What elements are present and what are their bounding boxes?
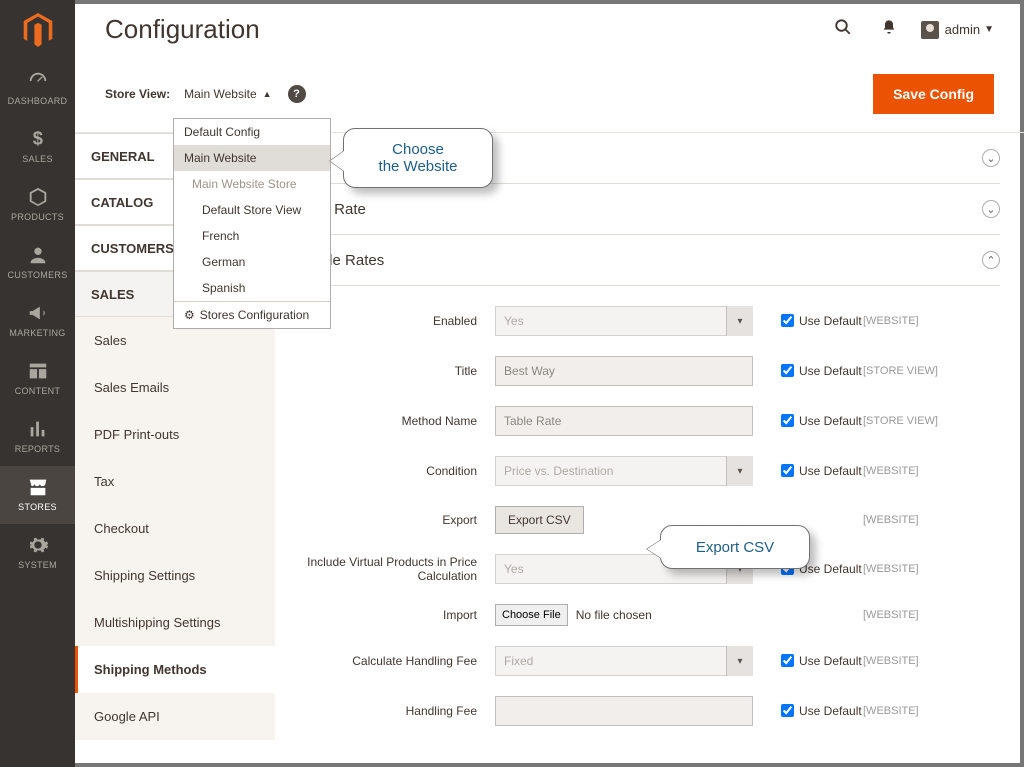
field-title: Title Use Default [STORE VIEW] xyxy=(305,346,1000,396)
sidebar-link-pdf[interactable]: PDF Print-outs xyxy=(75,411,275,458)
search-icon[interactable] xyxy=(829,18,857,41)
store-view-switcher[interactable]: Main Website ▲ xyxy=(184,87,271,101)
nav-reports[interactable]: REPORTS xyxy=(0,408,75,466)
field-enabled: Enabled Yes Use Default [WEBSITE] xyxy=(305,296,1000,346)
chevron-up-icon: ⌃ xyxy=(982,251,1000,269)
scope-option-french[interactable]: French xyxy=(174,223,330,249)
page-title: Configuration xyxy=(105,14,260,45)
scope-option-spanish[interactable]: Spanish xyxy=(174,275,330,301)
save-config-button[interactable]: Save Config xyxy=(873,74,994,114)
title-input[interactable] xyxy=(495,356,753,386)
nav-dashboard[interactable]: DASHBOARD xyxy=(0,60,75,118)
sidebar-link-shipping-settings[interactable]: Shipping Settings xyxy=(75,552,275,599)
sidebar-link-shipping-methods[interactable]: Shipping Methods xyxy=(75,646,275,693)
gear-icon: ⚙ xyxy=(184,308,195,322)
field-condition: Condition Price vs. Destination Use Defa… xyxy=(305,446,1000,496)
calc-fee-select[interactable]: Fixed xyxy=(495,646,753,676)
caret-down-icon: ▼ xyxy=(984,24,994,35)
nav-content[interactable]: CONTENT xyxy=(0,350,75,408)
method-name-use-default[interactable]: Use Default xyxy=(781,414,863,428)
sidebar-link-checkout[interactable]: Checkout xyxy=(75,505,275,552)
enabled-use-default[interactable]: Use Default xyxy=(781,314,863,328)
top-bar: Configuration admin ▼ xyxy=(75,0,1024,60)
nav-marketing[interactable]: MARKETING xyxy=(0,292,75,350)
field-import: Import Choose FileNo file chosen [WEBSIT… xyxy=(305,594,1000,636)
notifications-icon[interactable] xyxy=(875,19,903,40)
callout-export-csv: Export CSV xyxy=(660,525,810,569)
condition-select[interactable]: Price vs. Destination xyxy=(495,456,753,486)
admin-nav: DASHBOARD $SALES PRODUCTS CUSTOMERS MARK… xyxy=(0,0,75,767)
scope-option-german[interactable]: German xyxy=(174,249,330,275)
enabled-select[interactable]: Yes xyxy=(495,306,753,336)
nav-products[interactable]: PRODUCTS xyxy=(0,176,75,234)
magento-logo[interactable] xyxy=(0,0,75,60)
chevron-down-icon: ⌄ xyxy=(982,200,1000,218)
sidebar-link-tax[interactable]: Tax xyxy=(75,458,275,505)
scope-option-default-config[interactable]: Default Config xyxy=(174,119,330,145)
nav-sales[interactable]: $SALES xyxy=(0,118,75,176)
title-use-default[interactable]: Use Default xyxy=(781,364,863,378)
scope-stores-configuration[interactable]: ⚙Stores Configuration xyxy=(174,302,330,328)
sidebar-link-google-api[interactable]: Google API xyxy=(75,693,275,740)
help-icon[interactable]: ? xyxy=(288,85,306,103)
callout-choose-website: Choose the Website xyxy=(343,128,493,188)
config-content: F⌄ Flat Rate⌄ Table Rates⌃ Enabled Yes U… xyxy=(275,133,1024,767)
field-handling-fee: Handling Fee Use Default [WEBSITE] xyxy=(305,686,1000,736)
scope-option-main-website[interactable]: Main Website xyxy=(174,145,330,171)
field-method-name: Method Name Use Default [STORE VIEW] xyxy=(305,396,1000,446)
chevron-down-icon: ⌄ xyxy=(982,149,1000,167)
triangle-up-icon: ▲ xyxy=(263,89,272,99)
method-name-input[interactable] xyxy=(495,406,753,436)
scope-option-main-website-store[interactable]: Main Website Store xyxy=(174,171,330,197)
scope-option-default-store-view[interactable]: Default Store View xyxy=(174,197,330,223)
file-status-text: No file chosen xyxy=(576,608,652,622)
admin-username: admin xyxy=(945,22,980,37)
admin-user-menu[interactable]: admin ▼ xyxy=(921,21,994,39)
nav-system[interactable]: SYSTEM xyxy=(0,524,75,582)
calc-fee-use-default[interactable]: Use Default xyxy=(781,654,863,668)
choose-file-button[interactable]: Choose File xyxy=(495,604,568,626)
store-view-label: Store View: xyxy=(105,87,170,101)
field-calc-handling-fee: Calculate Handling Fee Fixed Use Default… xyxy=(305,636,1000,686)
field-export: Export Export CSV [WEBSITE] xyxy=(305,496,1000,544)
handling-fee-input[interactable] xyxy=(495,696,753,726)
condition-use-default[interactable]: Use Default xyxy=(781,464,863,478)
sidebar-link-multishipping[interactable]: Multishipping Settings xyxy=(75,599,275,646)
nav-customers[interactable]: CUSTOMERS xyxy=(0,234,75,292)
handling-fee-use-default[interactable]: Use Default xyxy=(781,704,863,718)
section-flat-rate[interactable]: Flat Rate⌄ xyxy=(305,184,1000,235)
user-avatar-icon xyxy=(921,21,939,39)
svg-text:$: $ xyxy=(32,128,42,149)
store-view-dropdown: Default Config Main Website Main Website… xyxy=(173,118,331,329)
nav-stores[interactable]: STORES xyxy=(0,466,75,524)
section-table-rates[interactable]: Table Rates⌃ xyxy=(305,235,1000,286)
export-csv-button[interactable]: Export CSV xyxy=(495,506,584,534)
sidebar-link-sales-emails[interactable]: Sales Emails xyxy=(75,364,275,411)
